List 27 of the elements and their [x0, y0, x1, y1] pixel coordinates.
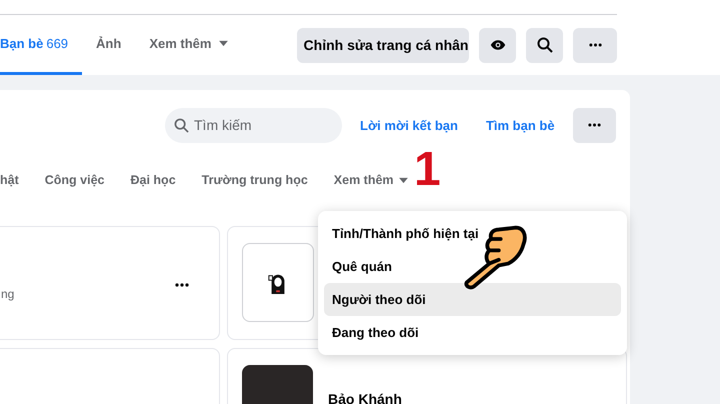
profile-tab[interactable]: Ảnh — [82, 15, 136, 75]
filter-tab[interactable]: Trường trung học — [202, 173, 308, 192]
search-icon — [174, 118, 189, 132]
menu-item[interactable]: Đang theo dõi — [324, 316, 621, 349]
menu-item[interactable]: Tỉnh/Thành phố hiện tại — [324, 217, 621, 250]
profile-tab[interactable]: Xem thêm — [135, 15, 244, 75]
menu-item[interactable]: Người theo dõi — [324, 283, 621, 316]
more-icon — [588, 123, 601, 127]
friend-subtitle: ng — [1, 287, 14, 301]
menu-item[interactable]: Quê quán — [324, 250, 621, 283]
filter-tab[interactable]: Xem thêm — [334, 173, 409, 192]
profile-tab[interactable]: Bạn bè 669 — [0, 15, 82, 75]
link[interactable]: Tìm bạn bè — [486, 118, 555, 132]
view-button[interactable] — [479, 28, 516, 62]
search-button[interactable] — [526, 28, 563, 62]
search-icon — [536, 37, 552, 53]
search-field[interactable]: Tìm kiếm — [165, 108, 342, 142]
more-icon — [588, 43, 602, 47]
edit-profile-button[interactable]: Chỉnh sửa trang cá nhân — [297, 28, 469, 62]
avatar-frame[interactable] — [242, 243, 314, 322]
filter-tab[interactable]: Đại học — [130, 173, 176, 192]
filter-tab[interactable]: Công việc — [44, 173, 104, 192]
friend-name[interactable]: Bảo Khánh — [328, 391, 402, 404]
filter-tab[interactable]: hật — [0, 173, 19, 192]
more-icon[interactable] — [175, 283, 189, 287]
link[interactable]: Lời mời kết bạn — [360, 118, 458, 132]
step-number: 1 — [414, 146, 441, 194]
